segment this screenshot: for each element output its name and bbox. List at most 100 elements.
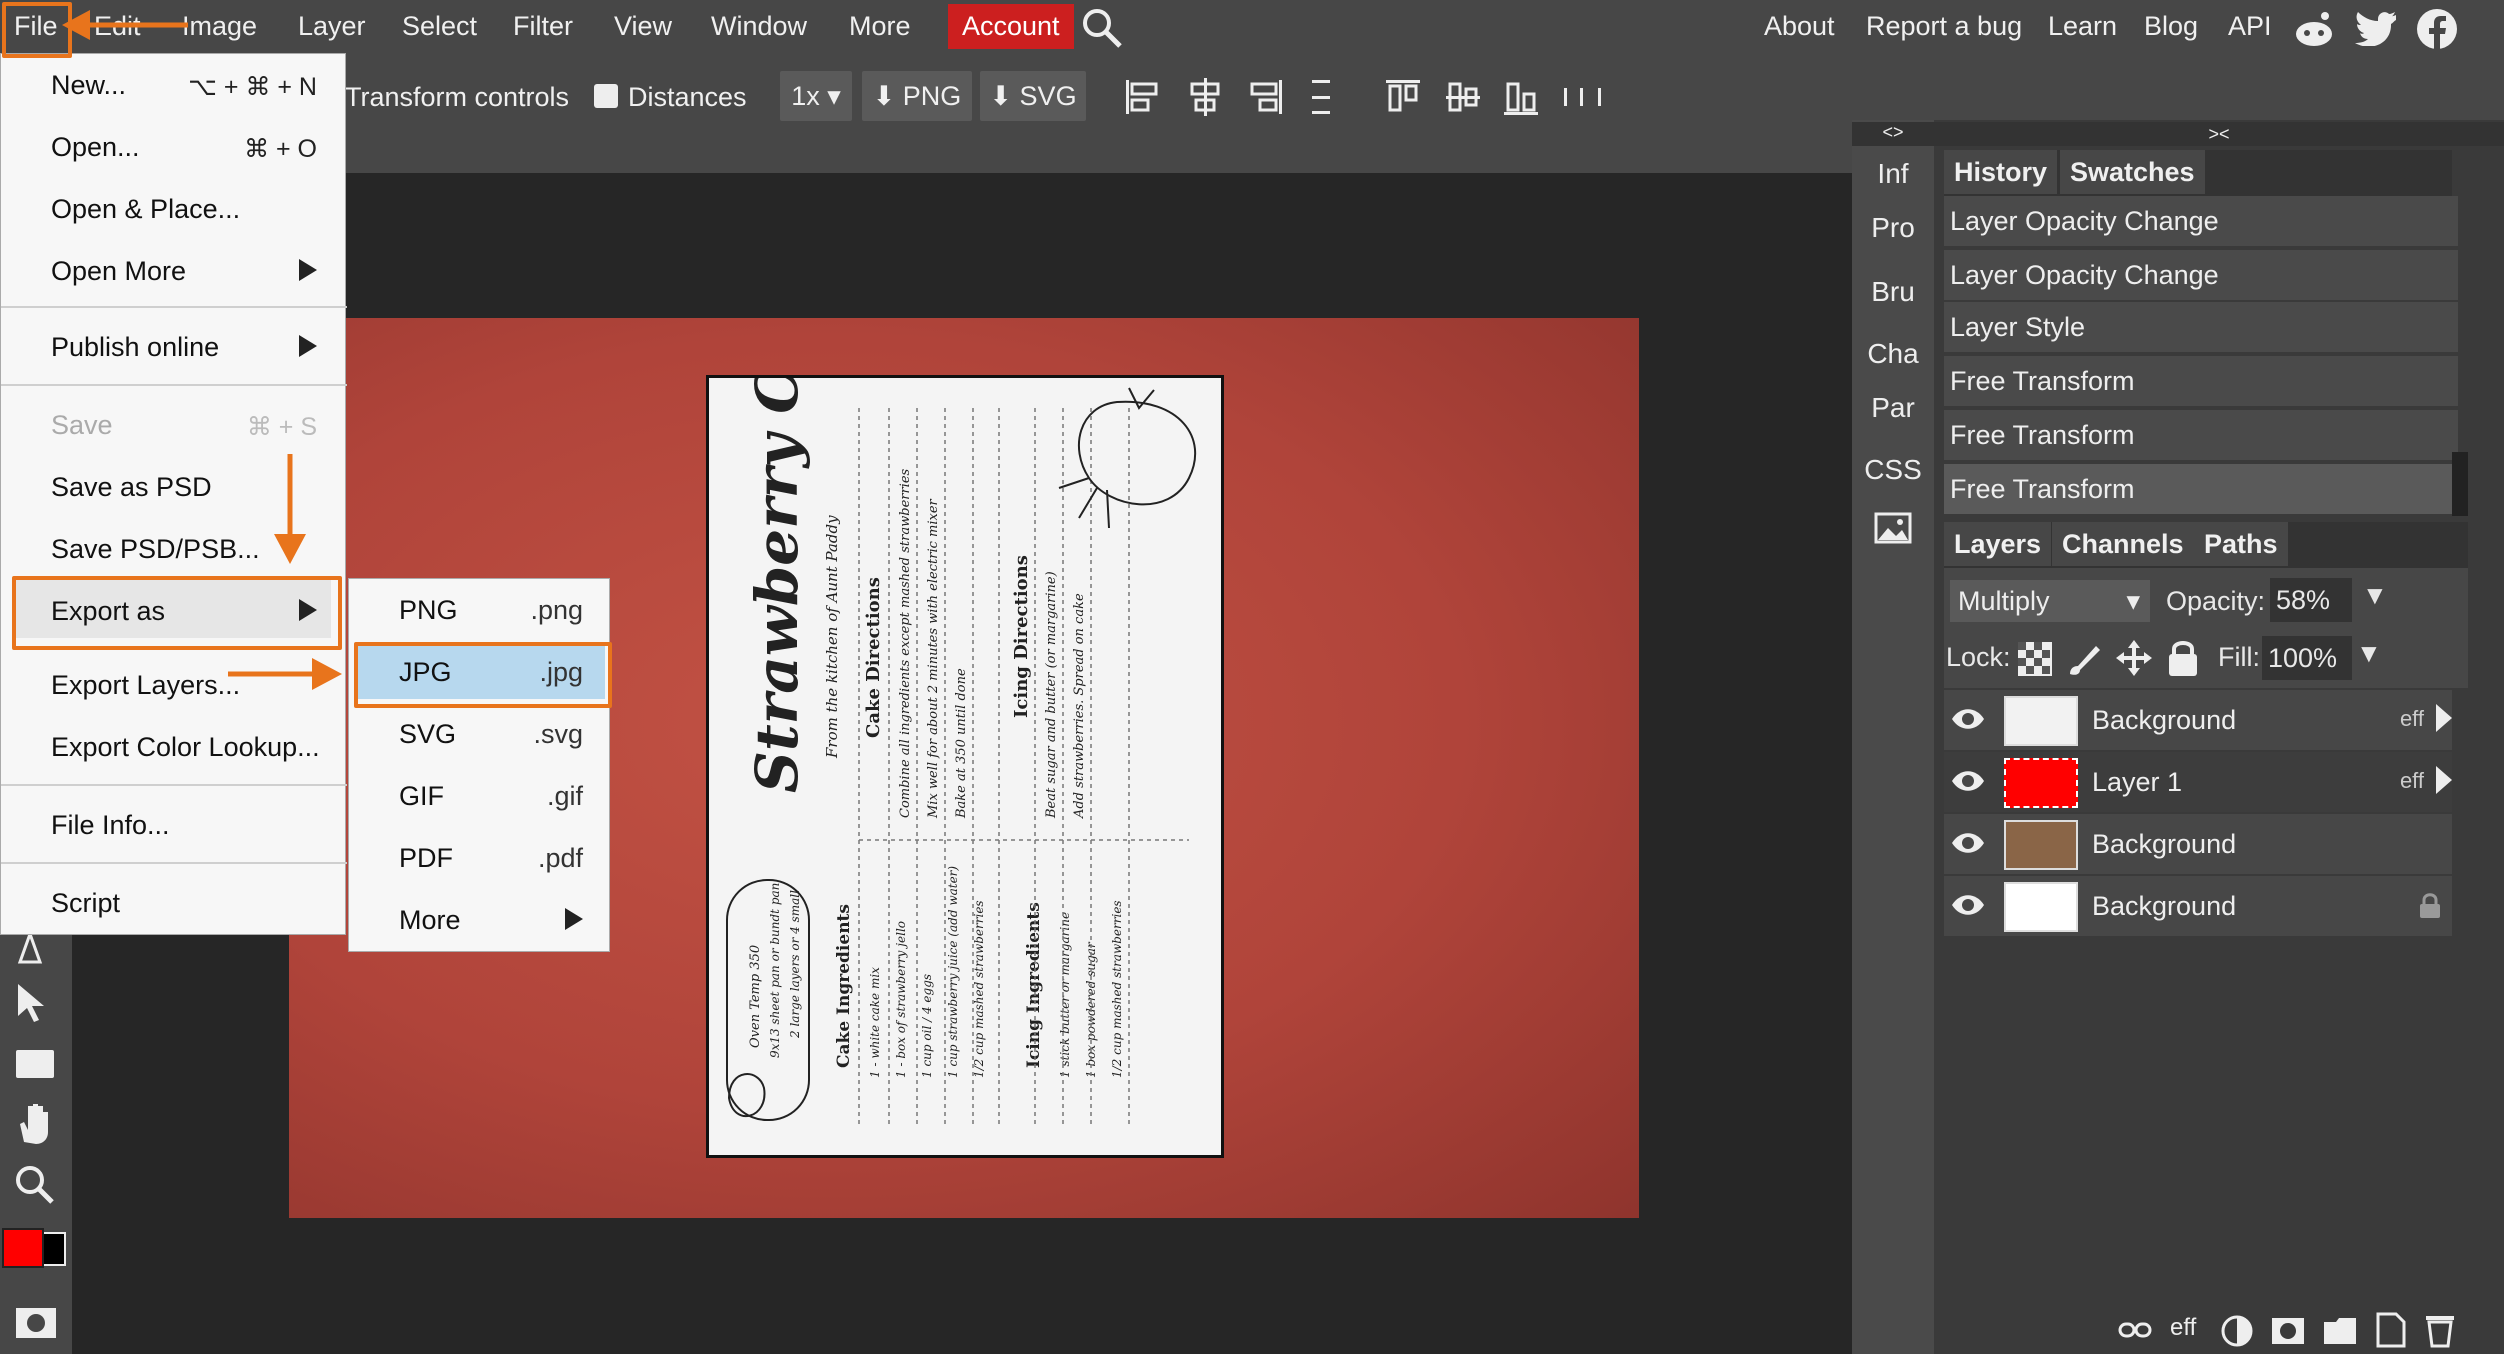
layer-row[interactable]: Background <box>1944 876 2452 938</box>
link-api[interactable]: API <box>2220 0 2280 53</box>
blend-mode-select[interactable]: Multiply ▾ <box>1950 580 2150 622</box>
export-svg-item[interactable]: SVG <box>399 719 456 750</box>
expand-effects-icon[interactable] <box>2436 766 2452 794</box>
path-select-tool-icon[interactable] <box>8 978 64 1030</box>
align-top-icon[interactable] <box>1384 76 1422 118</box>
delete-layer-trash-icon[interactable] <box>2424 1312 2456 1348</box>
strip-properties[interactable]: Pro <box>1852 212 1934 244</box>
distribute-h-icon[interactable] <box>1302 76 1340 118</box>
menu-script[interactable]: Script <box>51 888 120 919</box>
hand-tool-icon[interactable] <box>8 1098 64 1150</box>
search-icon[interactable] <box>1080 6 1124 50</box>
transform-controls-label[interactable]: Transform controls <box>345 70 569 124</box>
menu-filter[interactable]: Filter <box>505 0 581 53</box>
menu-save-psd-psb[interactable]: Save PSD/PSB... <box>51 534 260 565</box>
export-png-button[interactable]: ⬇ PNG <box>862 71 972 121</box>
image-panel-icon[interactable] <box>1874 512 1912 544</box>
menu-open-place[interactable]: Open & Place... <box>51 194 240 225</box>
history-item[interactable]: Free Transform <box>1944 410 2458 463</box>
link-learn[interactable]: Learn <box>2040 0 2125 53</box>
lock-all-icon[interactable] <box>2166 638 2200 678</box>
layer-mask-icon[interactable] <box>2270 1316 2306 1346</box>
strip-collapse-toggle[interactable]: <> <box>1852 122 1934 146</box>
visibility-eye-icon[interactable] <box>1950 890 1986 920</box>
opacity-input[interactable]: 58% <box>2270 578 2352 622</box>
menu-open-more[interactable]: Open More <box>51 256 186 287</box>
strip-character[interactable]: Cha <box>1852 338 1934 370</box>
foreground-color-swatch[interactable] <box>2 1228 44 1268</box>
align-center-h-icon[interactable] <box>1186 76 1224 118</box>
expand-effects-icon[interactable] <box>2436 704 2452 732</box>
layer-row[interactable]: Background <box>1944 814 2452 876</box>
link-about[interactable]: About <box>1756 0 1843 53</box>
fill-dropdown-icon[interactable]: ▼ <box>2356 638 2382 669</box>
export-pdf-item[interactable]: PDF <box>399 843 453 874</box>
lock-paint-icon[interactable] <box>2066 640 2102 678</box>
menu-view[interactable]: View <box>606 0 680 53</box>
menu-publish-online[interactable]: Publish online <box>51 332 219 363</box>
panel-collapse-toggle[interactable]: >< <box>1934 122 2504 146</box>
menu-export-layers[interactable]: Export Layers... <box>51 670 240 701</box>
layer-effects-button[interactable]: eff <box>2170 1314 2196 1342</box>
strip-paragraph[interactable]: Par <box>1852 392 1934 424</box>
link-report-bug[interactable]: Report a bug <box>1858 0 2030 53</box>
twitter-icon[interactable] <box>2354 10 2398 46</box>
tab-history[interactable]: History <box>1944 150 2058 194</box>
tab-paths[interactable]: Paths <box>2194 522 2288 566</box>
layer-effects-badge[interactable]: eff <box>2400 768 2424 794</box>
tab-swatches[interactable]: Swatches <box>2060 150 2205 194</box>
export-svg-button[interactable]: ⬇ SVG <box>980 71 1086 121</box>
menu-window[interactable]: Window <box>703 0 815 53</box>
new-layer-icon[interactable] <box>2374 1312 2408 1348</box>
reddit-icon[interactable] <box>2292 8 2336 48</box>
strip-info[interactable]: Inf <box>1852 158 1934 190</box>
tab-channels[interactable]: Channels <box>2052 522 2194 566</box>
tab-layers[interactable]: Layers <box>1944 522 2052 566</box>
menu-export-color-lookup[interactable]: Export Color Lookup... <box>51 732 320 763</box>
menu-save-as-psd[interactable]: Save as PSD <box>51 472 212 503</box>
align-right-icon[interactable] <box>1246 76 1284 118</box>
layer-row[interactable]: Background eff <box>1944 690 2452 752</box>
distribute-v-icon[interactable] <box>1560 76 1608 118</box>
menu-more[interactable]: More <box>841 0 919 53</box>
menu-layer[interactable]: Layer <box>290 0 374 53</box>
menu-new[interactable]: New... <box>51 70 126 101</box>
zoom-select[interactable]: 1x ▾ <box>780 71 852 121</box>
zoom-tool-icon[interactable] <box>8 1160 64 1212</box>
history-item[interactable]: Layer Style <box>1944 302 2458 355</box>
adjustment-layer-icon[interactable] <box>2220 1314 2254 1348</box>
link-blog[interactable]: Blog <box>2136 0 2206 53</box>
visibility-eye-icon[interactable] <box>1950 704 1986 734</box>
export-png-item[interactable]: PNG <box>399 595 458 626</box>
align-middle-icon[interactable] <box>1444 76 1482 118</box>
menu-file-info[interactable]: File Info... <box>51 810 170 841</box>
align-left-icon[interactable] <box>1124 76 1162 118</box>
new-group-folder-icon[interactable] <box>2322 1316 2358 1346</box>
menu-open[interactable]: Open... <box>51 132 140 163</box>
lock-move-icon[interactable] <box>2114 638 2154 678</box>
distances-checkbox[interactable] <box>594 84 618 108</box>
rectangle-tool-icon[interactable] <box>8 1038 64 1090</box>
visibility-eye-icon[interactable] <box>1950 828 1986 858</box>
account-button[interactable]: Account <box>948 4 1074 49</box>
align-bottom-icon[interactable] <box>1502 76 1540 118</box>
link-layers-icon[interactable] <box>2118 1320 2152 1340</box>
history-item[interactable]: Free Transform <box>1944 356 2458 409</box>
opacity-dropdown-icon[interactable]: ▼ <box>2362 580 2388 611</box>
history-scrollbar[interactable] <box>2452 452 2468 516</box>
menu-select[interactable]: Select <box>394 0 485 53</box>
quick-mask-icon[interactable] <box>14 1306 58 1340</box>
history-item[interactable]: Layer Opacity Change <box>1944 196 2458 249</box>
strip-css[interactable]: CSS <box>1852 454 1934 486</box>
history-item[interactable]: Layer Opacity Change <box>1944 250 2458 303</box>
layer-row-selected[interactable]: Layer 1 eff <box>1944 752 2452 814</box>
visibility-eye-icon[interactable] <box>1950 766 1986 796</box>
layer-effects-badge[interactable]: eff <box>2400 706 2424 732</box>
lock-transparency-icon[interactable] <box>2018 642 2052 676</box>
strip-brush[interactable]: Bru <box>1852 276 1934 308</box>
fill-input[interactable]: 100% <box>2262 636 2352 680</box>
export-more-item[interactable]: More <box>399 905 461 936</box>
export-gif-item[interactable]: GIF <box>399 781 444 812</box>
history-item-current[interactable]: Free Transform <box>1944 464 2458 517</box>
facebook-icon[interactable] <box>2416 8 2458 50</box>
